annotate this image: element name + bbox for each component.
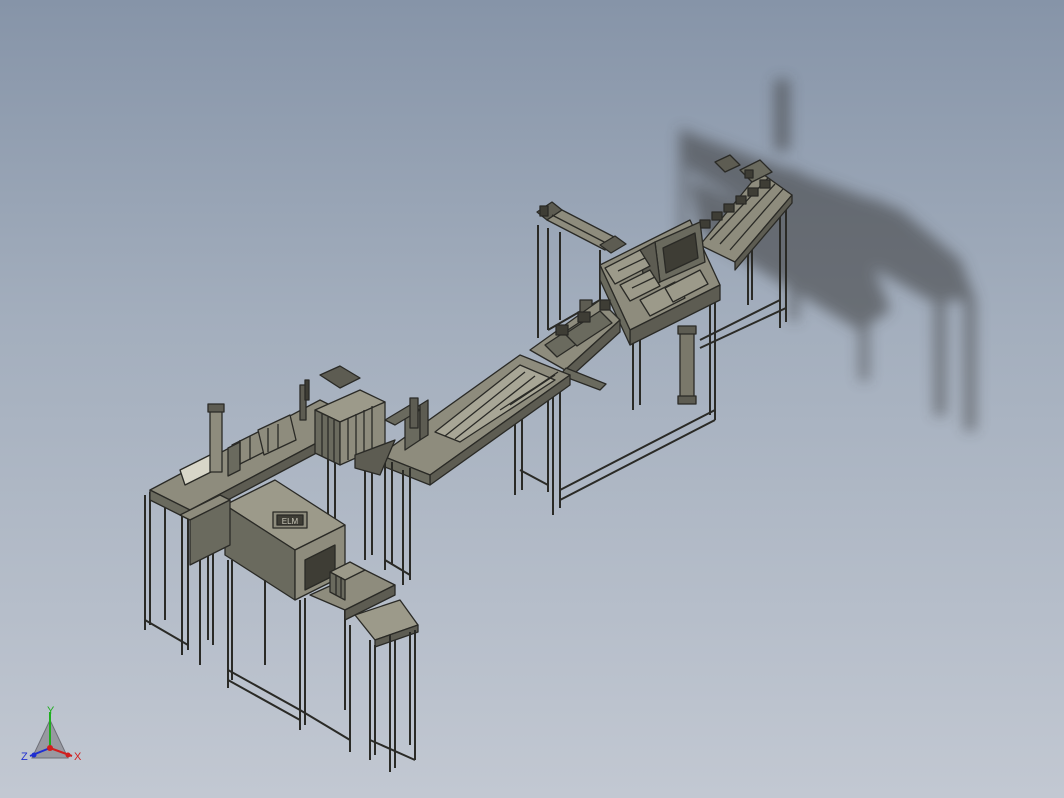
assembly-model-view[interactable]: ELM Y X Z: [0, 0, 1064, 798]
diagonal-chute-conveyor: [379, 354, 571, 486]
triad-x-label: X: [74, 751, 82, 763]
cad-viewport[interactable]: ELM Y X Z: [0, 0, 1064, 798]
triad-y-label: Y: [47, 705, 55, 717]
triad-z-label: Z: [21, 751, 28, 763]
tunnel-panel-label: ELM: [282, 517, 299, 526]
chute-legs: [384, 460, 411, 585]
conveyor-line-assembly: ELM: [144, 154, 793, 772]
right-cylinder: [677, 325, 697, 405]
coordinate-triad: Y X Z: [21, 705, 82, 763]
end-table-legs: [369, 630, 416, 772]
upper-pusher-frame: [536, 201, 627, 254]
